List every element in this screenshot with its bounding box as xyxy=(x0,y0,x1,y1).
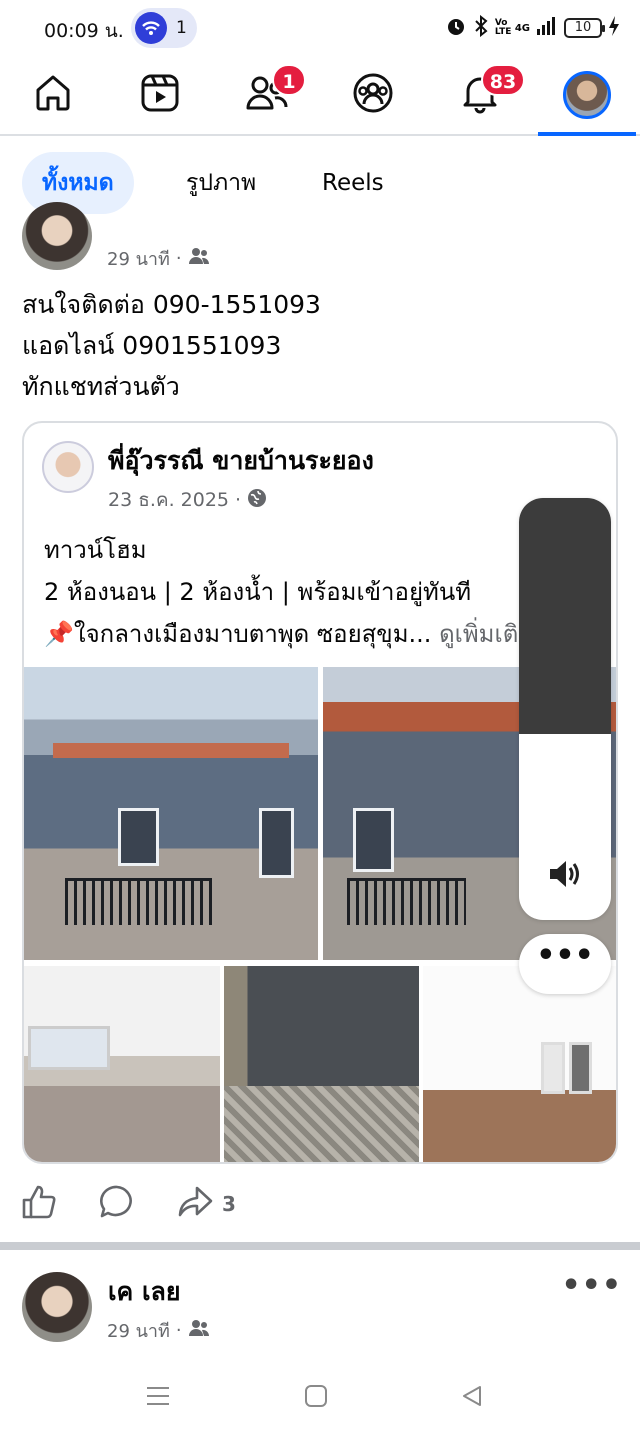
volume-level xyxy=(519,498,611,735)
like-icon xyxy=(20,1183,58,1226)
nav-friends[interactable]: 1 xyxy=(222,56,312,134)
photo-detail xyxy=(27,1026,111,1070)
photo-detail xyxy=(259,807,295,878)
recents-icon[interactable] xyxy=(138,1378,178,1414)
nav-notifications[interactable]: 83 xyxy=(435,56,525,134)
photo-detail xyxy=(568,1042,593,1094)
feed-divider xyxy=(0,1242,640,1250)
speaker-icon[interactable] xyxy=(547,858,583,894)
avatar xyxy=(563,71,611,119)
post-text: สนใจติดต่อ 090-1551093 แอดไลน์ 090155109… xyxy=(22,284,321,407)
next-post-time[interactable]: 29 นาที xyxy=(107,1316,170,1345)
friends-badge: 1 xyxy=(272,64,306,96)
next-post-more-button[interactable]: ••• xyxy=(561,1268,622,1303)
status-bar: 00:09 น. 1 Vo LTE 4G 10 xyxy=(0,0,640,56)
post-meta: 29 นาที · xyxy=(107,244,210,273)
post-text-line: สนใจติดต่อ 090-1551093 xyxy=(22,290,321,319)
groups-icon xyxy=(351,71,395,119)
photo-kitchen[interactable] xyxy=(24,966,220,1162)
photo-detail xyxy=(65,877,213,925)
shared-post-body: ทาวน์โฮม 2 ห้องนอน | 2 ห้องน้ำ | พร้อมเข… xyxy=(44,529,534,655)
shared-post-line: ทาวน์โฮม xyxy=(44,536,147,564)
tab-all[interactable]: ทั้งหมด xyxy=(22,152,134,214)
share-count: 3 xyxy=(222,1192,236,1216)
status-icons: Vo LTE 4G 10 xyxy=(445,14,620,42)
next-post-author-avatar[interactable] xyxy=(22,1272,92,1342)
shared-post-line: 2 ห้องนอน | 2 ห้องน้ำ | พร้อมเข้าอยู่ทัน… xyxy=(44,578,472,606)
meta-separator: · xyxy=(175,1320,182,1341)
photo-detail xyxy=(352,807,395,873)
filter-tabs: ทั้งหมด รูปภาพ Reels xyxy=(0,150,640,218)
back-icon[interactable] xyxy=(452,1378,492,1414)
photo-townhouse-front[interactable] xyxy=(24,667,318,960)
tab-photos[interactable]: รูปภาพ xyxy=(166,152,276,214)
photo-detail xyxy=(541,1042,565,1094)
volte-label: Vo LTE xyxy=(494,18,512,37)
post-actions: 3 xyxy=(0,1172,640,1236)
signal-label: 4G xyxy=(514,22,530,34)
globe-icon xyxy=(247,488,267,513)
next-post-meta: 29 นาที · xyxy=(107,1316,210,1345)
photo-detail xyxy=(53,743,289,758)
top-navigation: 1 83 xyxy=(0,56,640,136)
volume-slider[interactable] xyxy=(519,498,611,920)
share-button[interactable]: 3 xyxy=(176,1182,236,1226)
shared-post-meta: 23 ธ.ค. 2025 · xyxy=(108,485,267,515)
shared-post-line: 📌ใจกลางเมืองมาบตาพุด ซอยสุขุม... ดูเพิ่ม… xyxy=(44,613,534,655)
tab-reels[interactable]: Reels xyxy=(302,152,404,214)
active-tab-indicator xyxy=(538,132,636,136)
next-post-author-name[interactable]: เค เลย xyxy=(108,1272,181,1312)
more-options-button[interactable]: ••• xyxy=(519,934,611,994)
video-icon xyxy=(138,71,182,119)
hotspot-indicator[interactable]: 1 xyxy=(131,8,197,48)
alarm-icon xyxy=(445,15,467,41)
post-time[interactable]: 29 นาที xyxy=(107,244,170,273)
charging-icon xyxy=(608,15,620,41)
shared-post-date[interactable]: 23 ธ.ค. 2025 xyxy=(108,485,229,515)
nav-home[interactable] xyxy=(8,56,98,134)
hotspot-count: 1 xyxy=(176,18,187,38)
friends-icon xyxy=(188,1319,210,1342)
post-text-line: ทักแชทส่วนตัว xyxy=(22,372,180,401)
photo-detail xyxy=(118,807,160,867)
nav-profile[interactable] xyxy=(542,56,632,134)
comment-icon xyxy=(98,1183,136,1226)
home-button-icon[interactable] xyxy=(296,1378,336,1414)
status-time: 00:09 น. xyxy=(44,20,124,42)
friends-icon xyxy=(188,247,210,270)
shared-author-name[interactable]: พี่อุ๊วรรณี ขายบ้านระยอง xyxy=(108,441,374,481)
system-navigation-bar xyxy=(0,1360,640,1432)
like-button[interactable] xyxy=(20,1182,58,1226)
photo-living-room[interactable] xyxy=(423,966,616,1162)
post-author-avatar[interactable] xyxy=(22,202,92,270)
photo-detail xyxy=(346,877,466,925)
shared-author-avatar[interactable] xyxy=(42,441,94,493)
notifications-badge: 83 xyxy=(481,64,525,96)
nav-video[interactable] xyxy=(115,56,205,134)
signal-icon xyxy=(536,15,558,41)
share-icon xyxy=(176,1183,214,1226)
meta-separator: · xyxy=(175,248,182,269)
bluetooth-icon xyxy=(473,14,489,41)
nav-groups[interactable] xyxy=(328,56,418,134)
post-text-line: แอดไลน์ 0901551093 xyxy=(22,331,282,360)
home-icon xyxy=(31,71,75,119)
battery-icon: 10 xyxy=(564,18,605,38)
wifi-icon xyxy=(135,12,167,44)
meta-separator: · xyxy=(235,489,242,511)
comment-button[interactable] xyxy=(98,1182,136,1226)
photo-backyard[interactable] xyxy=(224,966,419,1162)
shared-post-line-text: 📌ใจกลางเมืองมาบตาพุด ซอยสุขุม... xyxy=(44,620,432,648)
